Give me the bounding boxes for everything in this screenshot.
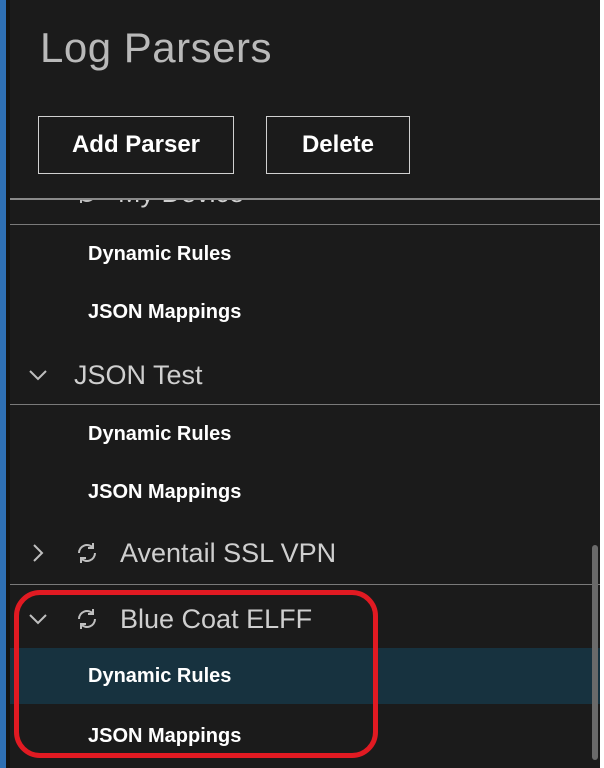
chevron-right-icon[interactable]: [28, 543, 48, 563]
parser-tree[interactable]: My Device Dynamic Rules JSON Mappings JS…: [10, 200, 600, 768]
tree-item-dynamic-rules[interactable]: Dynamic Rules: [10, 226, 600, 282]
tree-item-json-mappings[interactable]: JSON Mappings: [10, 464, 600, 520]
tree-item-label: JSON Mappings: [88, 724, 242, 747]
panel-right-edge: [600, 0, 604, 768]
tree-group-label: Aventail SSL VPN: [120, 537, 337, 568]
sync-icon: [74, 200, 100, 206]
tree-group-aventail-ssl-vpn[interactable]: Aventail SSL VPN: [10, 528, 600, 578]
tree-item-json-mappings[interactable]: JSON Mappings: [10, 284, 600, 340]
tree-item-dynamic-rules[interactable]: Dynamic Rules: [10, 406, 600, 462]
log-parsers-panel: Log Parsers Add Parser Delete My Device …: [0, 0, 604, 768]
tree-group-blue-coat-elff[interactable]: Blue Coat ELFF: [10, 594, 600, 644]
tree-item-label: JSON Mappings: [88, 480, 242, 503]
delete-button[interactable]: Delete: [266, 116, 410, 174]
tree-item-label: JSON Mappings: [88, 300, 242, 323]
tree-item-label: Dynamic Rules: [88, 242, 232, 265]
tree-group-label: Blue Coat ELFF: [120, 603, 313, 634]
sync-icon: [74, 540, 100, 566]
tree-group-my-device[interactable]: My Device: [10, 200, 600, 218]
tree-item-label: Dynamic Rules: [88, 422, 232, 445]
chevron-down-icon[interactable]: [28, 200, 48, 203]
row-divider: [10, 584, 600, 585]
tree-group-json-test[interactable]: JSON Test: [10, 350, 600, 400]
row-divider: [10, 404, 600, 405]
add-parser-button[interactable]: Add Parser: [38, 116, 234, 174]
tree-group-label: JSON Test: [74, 359, 203, 390]
vertical-scrollbar[interactable]: [592, 545, 598, 760]
sync-icon: [74, 606, 100, 632]
tree-item-label: Dynamic Rules: [88, 664, 232, 687]
tree-item-json-mappings[interactable]: JSON Mappings: [10, 708, 600, 764]
tree-item-dynamic-rules-selected[interactable]: Dynamic Rules: [10, 648, 600, 704]
chevron-down-icon[interactable]: [28, 609, 48, 629]
tree-group-label: My Device: [118, 200, 244, 209]
chevron-down-icon[interactable]: [28, 365, 48, 385]
row-divider: [10, 224, 600, 225]
page-title: Log Parsers: [40, 24, 272, 71]
